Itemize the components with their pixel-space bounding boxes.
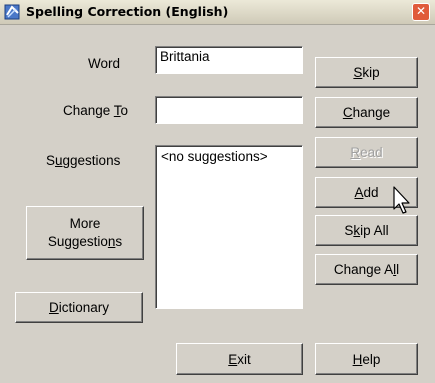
window-title: Spelling Correction (English)	[26, 4, 229, 19]
skip-button[interactable]: Skip	[315, 57, 418, 88]
suggestions-label: Suggestions	[46, 153, 121, 168]
exit-button[interactable]: Exit	[176, 343, 303, 375]
help-button[interactable]: Help	[315, 343, 418, 375]
change-to-label: Change To	[63, 103, 129, 118]
word-label: Word	[88, 56, 121, 71]
suggestions-list[interactable]: <no suggestions>	[155, 145, 303, 309]
close-icon[interactable]: ✕	[412, 3, 430, 21]
list-item[interactable]: <no suggestions>	[161, 149, 297, 164]
read-button[interactable]: Read	[315, 137, 418, 168]
word-field[interactable]: Brittania	[155, 46, 303, 74]
dictionary-button[interactable]: Dictionary	[15, 292, 143, 323]
change-to-field[interactable]	[155, 96, 303, 124]
more-suggestions-button[interactable]: More Suggestions	[26, 206, 144, 260]
mouse-pointer-icon	[393, 186, 410, 214]
skip-all-button[interactable]: Sk ip All	[315, 215, 418, 246]
spelling-app-icon	[4, 4, 20, 20]
title-bar: Spelling Correction (English) ✕	[0, 0, 435, 25]
spelling-correction-dialog: Spelling Correction (English) ✕ Word Cha…	[0, 0, 435, 383]
change-all-button[interactable]: Change All	[315, 254, 418, 285]
change-button[interactable]: Change	[315, 97, 418, 128]
